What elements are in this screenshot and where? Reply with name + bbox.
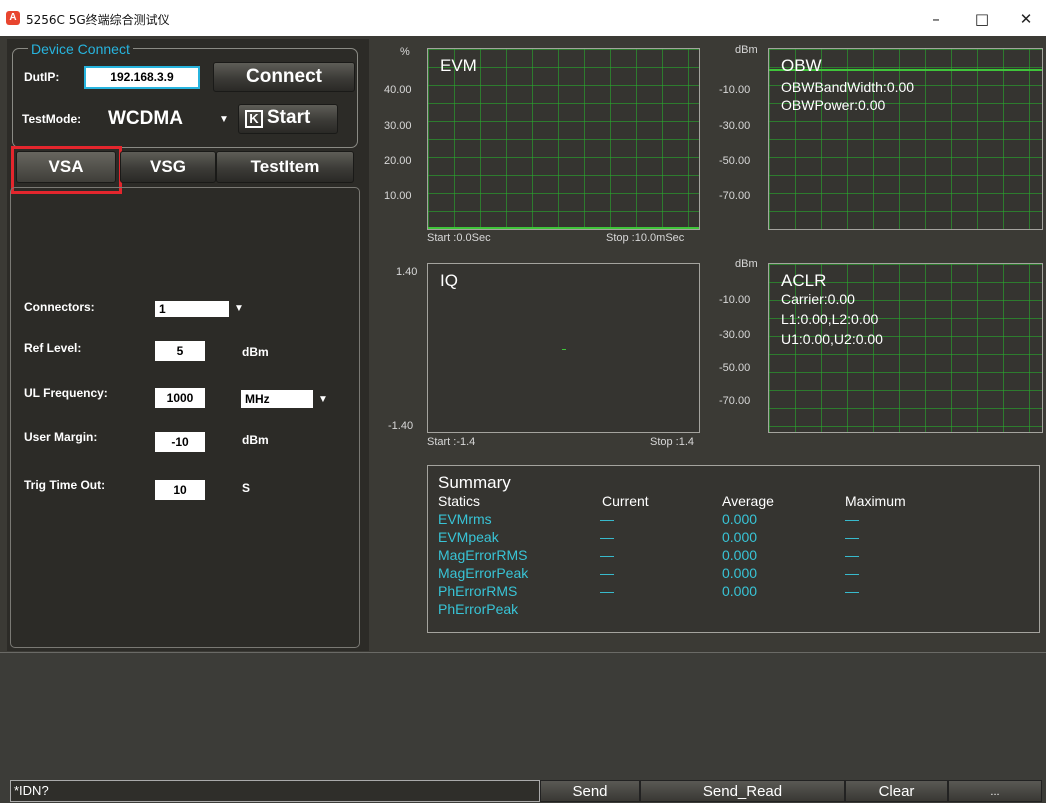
summary-row-name: PhErrorRMS xyxy=(438,583,518,599)
trig-timeout-label: Trig Time Out: xyxy=(24,478,106,492)
summary-row-maximum: — xyxy=(845,565,859,581)
obw-title: OBW xyxy=(781,56,822,75)
tab-vsg[interactable]: VSG xyxy=(120,151,216,183)
dutip-input[interactable]: 192.168.3.9 xyxy=(84,66,200,89)
device-connect-legend: Device Connect xyxy=(28,41,133,57)
clear-button[interactable]: Clear xyxy=(845,780,948,802)
summary-row-current: — xyxy=(600,511,614,527)
start-label: Start xyxy=(267,107,311,128)
vsa-settings-panel xyxy=(10,187,360,648)
trig-timeout-unit: S xyxy=(242,481,251,495)
evm-tick-20: 20.00 xyxy=(384,155,412,167)
aclr-lower: L1:0.00,L2:0.00 xyxy=(781,311,879,327)
ul-unit-dropdown-icon[interactable]: ▼ xyxy=(318,394,328,405)
window-title: 5256C 5G终端综合测试仪 xyxy=(26,13,170,27)
summary-row-maximum: — xyxy=(845,529,859,545)
start-button[interactable]: K Start xyxy=(238,104,338,134)
ul-frequency-input[interactable]: 1000 xyxy=(155,388,205,408)
aclr-tick-30: -30.00 xyxy=(719,329,751,341)
obw-tick-50: -50.00 xyxy=(719,155,751,167)
minimize-button[interactable]: – xyxy=(916,8,956,30)
ul-frequency-label: UL Frequency: xyxy=(24,386,108,400)
ul-unit-select[interactable]: MHz xyxy=(241,390,313,408)
aclr-carrier: Carrier:0.00 xyxy=(781,291,855,307)
summary-header-maximum: Maximum xyxy=(845,493,906,509)
evm-tick-30: 30.00 xyxy=(384,120,412,132)
command-input[interactable]: *IDN? xyxy=(10,780,540,802)
iq-start-label: Start :-1.4 xyxy=(427,436,476,448)
close-button[interactable]: ✕ xyxy=(1006,8,1046,30)
maximize-button[interactable]: □ xyxy=(962,8,1002,30)
summary-row-average: 0.000 xyxy=(722,565,758,581)
evm-tick-40: 40.00 xyxy=(384,84,412,96)
iq-stop-label: Stop :1.4 xyxy=(650,436,695,448)
testmode-select[interactable]: WCDMA xyxy=(108,108,183,130)
iq-bottom-tick: -1.40 xyxy=(388,420,414,432)
summary-row-current: — xyxy=(600,529,614,545)
summary-row-current: — xyxy=(600,583,614,599)
more-button[interactable]: ... xyxy=(948,780,1042,802)
obw-bandwidth: OBWBandWidth:0.00 xyxy=(781,79,915,95)
summary-table: EVMrms — 0.000 — EVMpeak — 0.000 — MagEr… xyxy=(438,511,998,625)
summary-row-maximum: — xyxy=(845,547,859,563)
summary-row-current: — xyxy=(600,565,614,581)
obw-power: OBWPower:0.00 xyxy=(781,97,886,113)
summary-title: Summary xyxy=(438,473,511,492)
send-read-button[interactable]: Send_Read xyxy=(640,780,845,802)
testmode-label: TestMode: xyxy=(22,112,82,126)
summary-row-maximum: — xyxy=(845,583,859,599)
evm-stop-label: Stop :10.0mSec xyxy=(606,232,685,244)
aclr-upper: U1:0.00,U2:0.00 xyxy=(781,331,883,347)
app-icon: A xyxy=(6,11,20,25)
start-icon: K xyxy=(245,110,263,128)
aclr-title: ACLR xyxy=(781,271,827,290)
summary-row-name: PhErrorPeak xyxy=(438,601,519,617)
summary-row-average: 0.000 xyxy=(722,583,758,599)
tab-testitem[interactable]: TestItem xyxy=(216,151,354,183)
trig-timeout-input[interactable]: 10 xyxy=(155,480,205,500)
send-button[interactable]: Send xyxy=(540,780,640,802)
obw-tick-30: -30.00 xyxy=(719,120,751,132)
aclr-tick-10: -10.00 xyxy=(719,294,751,306)
summary-row-maximum: — xyxy=(845,511,859,527)
ref-level-unit: dBm xyxy=(242,345,269,359)
summary-row-average: 0.000 xyxy=(722,547,758,563)
ref-level-input[interactable]: 5 xyxy=(155,341,205,361)
summary-row-name: MagErrorPeak xyxy=(438,565,529,581)
user-margin-label: User Margin: xyxy=(24,430,98,444)
connectors-select[interactable]: 1 xyxy=(155,301,229,317)
summary-row-average: 0.000 xyxy=(722,529,758,545)
iq-plot xyxy=(427,263,700,433)
summary-header-statics: Statics xyxy=(438,493,481,509)
iq-title: IQ xyxy=(440,271,458,290)
connectors-label: Connectors: xyxy=(24,300,95,314)
evm-start-label: Start :0.0Sec xyxy=(427,232,491,244)
summary-row-name: MagErrorRMS xyxy=(438,547,528,563)
dutip-label: DutIP: xyxy=(24,70,60,84)
obw-tick-10: -10.00 xyxy=(719,84,751,96)
evm-trace xyxy=(428,227,699,229)
aclr-tick-70: -70.00 xyxy=(719,395,751,407)
obw-unit-label: dBm xyxy=(735,44,758,56)
aclr-tick-50: -50.00 xyxy=(719,362,751,374)
user-margin-unit: dBm xyxy=(242,433,269,447)
obw-tick-70: -70.00 xyxy=(719,190,751,202)
ref-level-label: Ref Level: xyxy=(24,341,82,355)
connect-button[interactable]: Connect xyxy=(213,62,355,92)
evm-title: EVM xyxy=(440,56,477,75)
summary-row-current: — xyxy=(600,547,614,563)
summary-header-current: Current xyxy=(602,493,649,509)
summary-row-name: EVMpeak xyxy=(438,529,499,545)
testmode-dropdown-icon[interactable]: ▼ xyxy=(219,114,229,125)
evm-tick-10: 10.00 xyxy=(384,190,412,202)
iq-top-tick: 1.40 xyxy=(396,266,418,278)
connectors-dropdown-icon[interactable]: ▼ xyxy=(234,303,244,314)
evm-unit-label: % xyxy=(400,46,410,58)
iq-constellation-point xyxy=(562,349,566,350)
user-margin-input[interactable]: -10 xyxy=(155,432,205,452)
summary-row-name: EVMrms xyxy=(438,511,492,527)
summary-row-average: 0.000 xyxy=(722,511,758,527)
aclr-unit-label: dBm xyxy=(735,258,758,270)
summary-header-average: Average xyxy=(722,493,774,509)
